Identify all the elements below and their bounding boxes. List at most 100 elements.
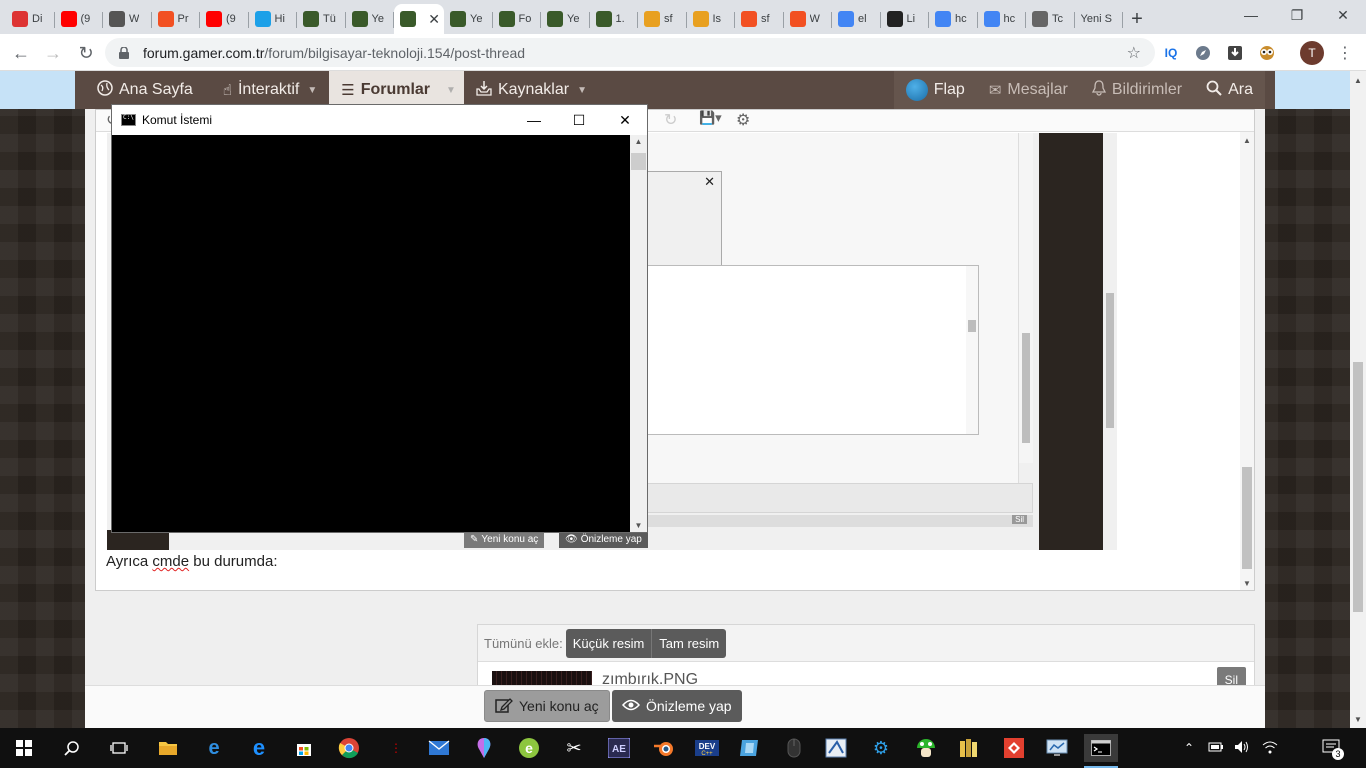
cmd-minimize-button[interactable]: —	[511, 105, 557, 135]
search-icon[interactable]	[58, 734, 86, 762]
browser-tab[interactable]: (9	[200, 4, 249, 34]
browser-tab[interactable]: hc	[978, 4, 1027, 34]
books-app-icon[interactable]	[955, 734, 983, 762]
restore-window-button[interactable]: ❐	[1274, 0, 1320, 30]
internet-explorer-icon[interactable]: e	[245, 734, 273, 762]
browser-tab[interactable]: el	[832, 4, 881, 34]
design-app-icon[interactable]	[822, 734, 850, 762]
bookmark-star-icon[interactable]: ☆	[1127, 43, 1141, 63]
browser-tab-label: (9	[80, 13, 91, 25]
cmd-maximize-button[interactable]: ☐	[556, 105, 602, 135]
gear-app-icon[interactable]: ⚙	[867, 734, 895, 762]
volume-icon[interactable]	[1234, 740, 1250, 757]
notification-center[interactable]: 3	[1322, 728, 1344, 768]
cmd-console-area[interactable]	[112, 135, 631, 532]
chevron-down-icon[interactable]: ▼	[577, 85, 587, 96]
browser-tab[interactable]: Pr	[152, 4, 201, 34]
flap-avatar-icon	[905, 79, 928, 101]
anydesk-icon[interactable]	[1000, 734, 1028, 762]
browser-tab[interactable]: sf	[638, 4, 687, 34]
minimize-window-button[interactable]: —	[1228, 0, 1274, 30]
battery-icon[interactable]	[1208, 740, 1224, 756]
mail-icon[interactable]	[425, 734, 453, 762]
page-scrollbar[interactable]: ▲ ▼	[1350, 71, 1366, 728]
wifi-icon[interactable]	[1262, 740, 1278, 757]
browser-tab[interactable]: Fo	[493, 4, 542, 34]
file-explorer-icon[interactable]	[154, 734, 182, 762]
command-prompt-window[interactable]: Komut İstemi — ☐ ✕ ▲ ▼	[111, 104, 648, 533]
blue-app-icon[interactable]	[735, 734, 763, 762]
browser-tab[interactable]: W	[103, 4, 152, 34]
editor-scrollbar[interactable]: ▲ ▼	[1240, 132, 1254, 590]
green-e-app-icon[interactable]: e	[515, 734, 543, 762]
gear-icon[interactable]: ⚙	[736, 110, 750, 130]
insert-full-image-button[interactable]: Tam resim	[652, 628, 727, 658]
browser-tab-label: W	[809, 13, 820, 25]
brand-1k-icon	[12, 11, 28, 27]
nav-messages-label: Mesajlar	[1007, 81, 1068, 98]
browser-tab[interactable]: ✕	[394, 4, 444, 34]
cmd-scrollbar[interactable]: ▲ ▼	[630, 135, 647, 532]
nav-search[interactable]: Ara	[1194, 71, 1265, 109]
browser-tab[interactable]: (9	[55, 4, 104, 34]
w-brand-icon	[254, 11, 271, 27]
browser-tab[interactable]: Yeni S	[1075, 4, 1124, 34]
chevron-down-icon[interactable]: ▼	[438, 85, 464, 96]
monitor-app-icon[interactable]	[1043, 734, 1071, 762]
paint-3d-icon[interactable]	[470, 734, 498, 762]
shield-icon	[498, 11, 515, 27]
browser-tab[interactable]: hc	[929, 4, 978, 34]
command-prompt-taskbar-icon[interactable]	[1084, 734, 1118, 768]
edit-icon	[495, 697, 513, 716]
mushroom-app-icon[interactable]	[912, 734, 940, 762]
browser-tab[interactable]: 1.	[590, 4, 639, 34]
dev-cpp-icon[interactable]: DEV C++	[693, 734, 721, 762]
browser-tab[interactable]: Ye	[541, 4, 590, 34]
new-thread-button[interactable]: Yeni konu aç	[484, 690, 610, 722]
close-window-button[interactable]: ✕	[1320, 0, 1366, 30]
mouse-app-icon[interactable]	[780, 734, 808, 762]
browser-tab[interactable]: sf	[735, 4, 784, 34]
browser-tab[interactable]: Tc	[1026, 4, 1075, 34]
chrome-icon[interactable]	[335, 734, 363, 762]
edit-icon: ✎	[470, 533, 479, 545]
close-tab-icon[interactable]: ✕	[428, 11, 440, 28]
owl-extension-icon[interactable]	[1256, 42, 1278, 64]
preview-button[interactable]: Önizleme yap	[612, 690, 742, 722]
forward-icon[interactable]: →	[40, 40, 66, 66]
iq-extension-icon[interactable]: IQ	[1160, 42, 1182, 64]
new-tab-button[interactable]: +	[1123, 4, 1151, 34]
save-draft-icon[interactable]: 💾▾	[699, 110, 722, 126]
nav-notifications[interactable]: Bildirimler	[1080, 71, 1194, 109]
nav-flap[interactable]: Flap	[894, 71, 977, 109]
cmd-close-button[interactable]: ✕	[602, 105, 648, 135]
task-view-icon[interactable]	[105, 734, 133, 762]
back-icon[interactable]: ←	[8, 40, 34, 66]
snipping-tool-icon[interactable]: ✂	[560, 734, 588, 762]
browser-tab[interactable]: Li	[881, 4, 930, 34]
browser-tab[interactable]: Is	[687, 4, 736, 34]
edge-icon[interactable]: e	[200, 734, 228, 762]
redo-icon[interactable]: ↻	[664, 110, 677, 130]
browser-tab[interactable]: W	[784, 4, 833, 34]
browser-tab[interactable]: Ye	[346, 4, 395, 34]
download-extension-icon[interactable]	[1224, 42, 1246, 64]
browser-tab[interactable]: Di	[6, 4, 55, 34]
windows-start-icon[interactable]	[10, 734, 38, 762]
browser-tab[interactable]: Tü	[297, 4, 346, 34]
chevron-down-icon[interactable]: ▼	[307, 85, 317, 96]
profile-avatar[interactable]: T	[1300, 41, 1324, 65]
red-app-icon[interactable]: ⋮	[382, 734, 410, 762]
browser-menu-icon[interactable]: ⋮	[1332, 40, 1358, 66]
insert-thumbnail-button[interactable]: Küçük resim	[565, 628, 653, 658]
compass-extension-icon[interactable]	[1192, 42, 1214, 64]
address-bar[interactable]: forum.gamer.com.tr/forum/bilgisayar-tekn…	[105, 38, 1155, 67]
chevron-up-icon[interactable]: ⌃	[1184, 741, 1194, 755]
nav-messages[interactable]: ✉ Mesajlar	[977, 71, 1080, 109]
blender-icon[interactable]	[650, 734, 678, 762]
browser-tab[interactable]: Ye	[444, 4, 493, 34]
after-effects-icon[interactable]: AE	[605, 734, 633, 762]
store-icon[interactable]	[290, 734, 318, 762]
reload-icon[interactable]: ↻	[73, 40, 99, 66]
browser-tab[interactable]: Hi	[249, 4, 298, 34]
